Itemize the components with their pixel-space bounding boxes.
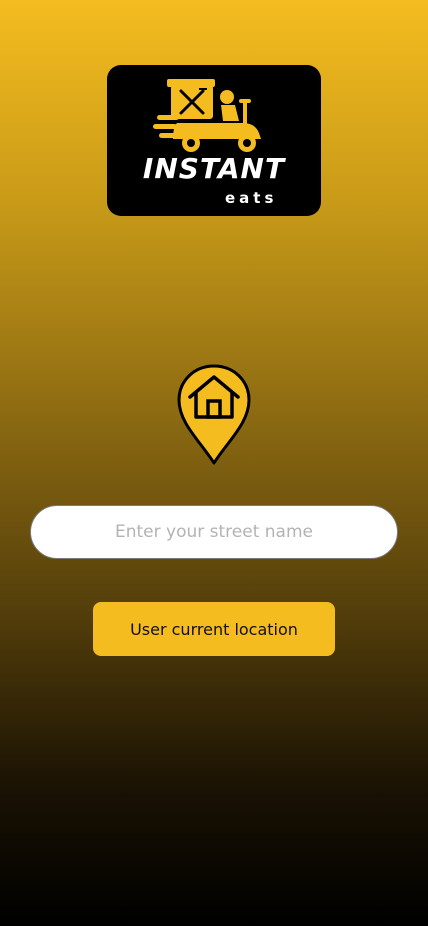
street-name-input[interactable] xyxy=(30,505,398,559)
home-location-pin-icon xyxy=(177,364,251,465)
delivery-scooter-icon xyxy=(153,79,261,152)
app-logo: INSTANT eats xyxy=(107,65,321,216)
logo-brand-text: INSTANT xyxy=(142,152,286,185)
use-current-location-button[interactable]: User current location xyxy=(93,602,335,656)
logo-sub-text: eats xyxy=(225,189,278,207)
